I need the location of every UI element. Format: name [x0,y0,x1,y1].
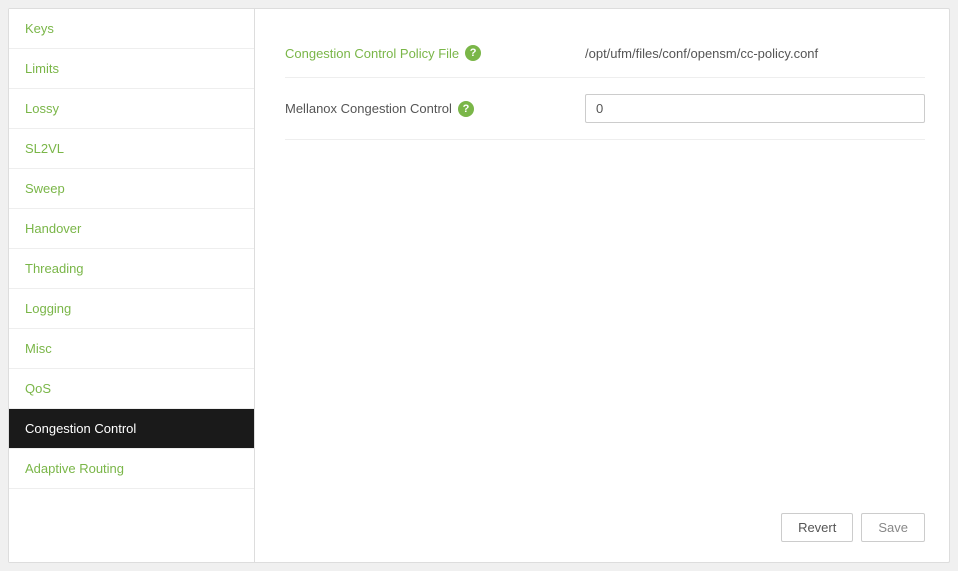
form-label-0: Congestion Control Policy File? [285,45,585,61]
form-row-1: Mellanox Congestion Control? [285,78,925,140]
sidebar-item-adaptive-routing[interactable]: Adaptive Routing [9,449,254,489]
sidebar-item-sweep[interactable]: Sweep [9,169,254,209]
form-label-1: Mellanox Congestion Control? [285,101,585,117]
sidebar-item-handover[interactable]: Handover [9,209,254,249]
help-icon-1[interactable]: ? [458,101,474,117]
sidebar-item-keys[interactable]: Keys [9,9,254,49]
app-container: KeysLimitsLossySL2VLSweepHandoverThreadi… [0,0,958,571]
form-input-1[interactable] [585,94,925,123]
form-value-1[interactable] [585,94,925,123]
sidebar-item-sl2vl[interactable]: SL2VL [9,129,254,169]
sidebar-item-threading[interactable]: Threading [9,249,254,289]
form-label-text-0: Congestion Control Policy File [285,46,459,61]
form-row-0: Congestion Control Policy File?/opt/ufm/… [285,29,925,78]
sidebar-item-logging[interactable]: Logging [9,289,254,329]
content-rows: Congestion Control Policy File?/opt/ufm/… [285,29,925,497]
footer-buttons: Revert Save [285,497,925,542]
help-icon-0[interactable]: ? [465,45,481,61]
main-panel: KeysLimitsLossySL2VLSweepHandoverThreadi… [8,8,950,563]
sidebar: KeysLimitsLossySL2VLSweepHandoverThreadi… [9,9,255,562]
content-area: Congestion Control Policy File?/opt/ufm/… [255,9,955,562]
form-label-text-1: Mellanox Congestion Control [285,101,452,116]
sidebar-item-misc[interactable]: Misc [9,329,254,369]
sidebar-item-qos[interactable]: QoS [9,369,254,409]
sidebar-item-lossy[interactable]: Lossy [9,89,254,129]
form-value-0: /opt/ufm/files/conf/opensm/cc-policy.con… [585,46,925,61]
sidebar-item-limits[interactable]: Limits [9,49,254,89]
save-button[interactable]: Save [861,513,925,542]
revert-button[interactable]: Revert [781,513,853,542]
sidebar-item-congestion-control[interactable]: Congestion Control [9,409,254,449]
